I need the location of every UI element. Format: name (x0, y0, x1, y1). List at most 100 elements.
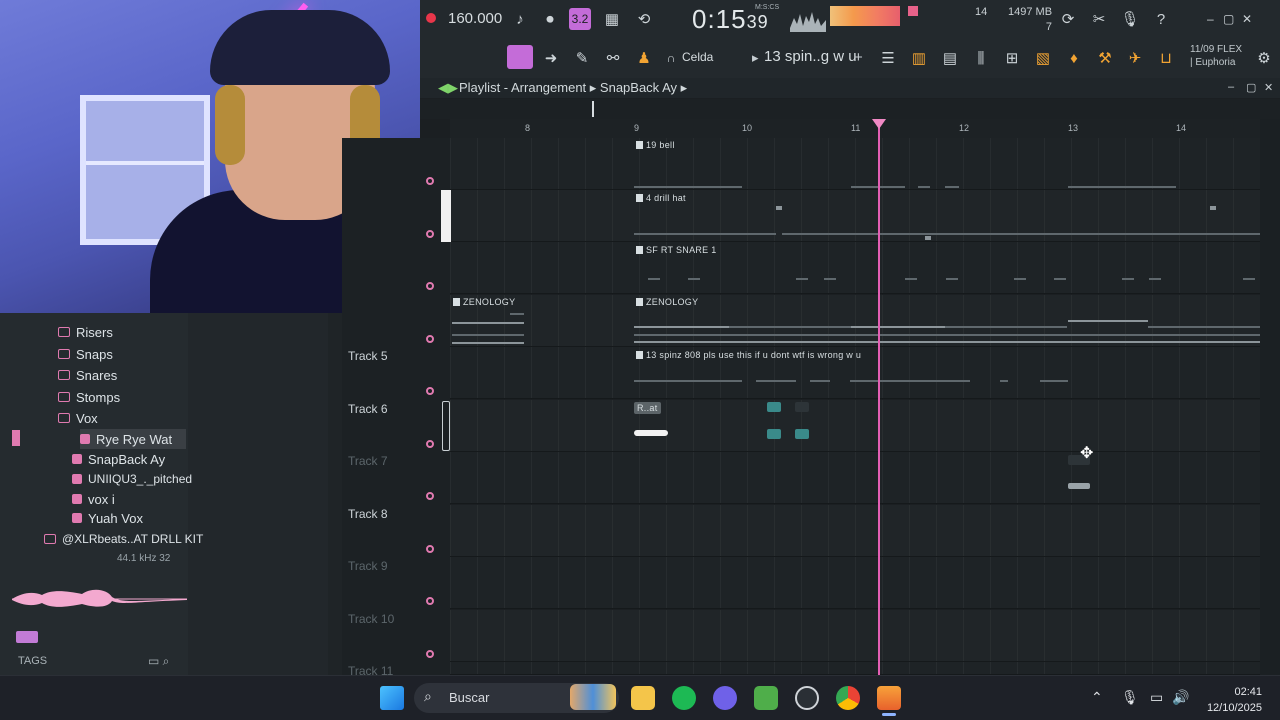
browser-item-vox[interactable]: Vox (58, 408, 98, 428)
audio-clip-waveform[interactable] (634, 430, 668, 436)
track-mute-dot[interactable] (426, 545, 434, 553)
tempo-display[interactable]: 160.000 (448, 10, 502, 27)
track-name-10[interactable]: Track 10 (348, 612, 394, 626)
minimize-icon[interactable]: – (1207, 12, 1214, 26)
add-pattern-icon[interactable]: + (854, 49, 863, 66)
preview-play-button[interactable] (16, 631, 38, 643)
track-row-10[interactable] (450, 610, 1260, 662)
plugin-picker-icon[interactable]: ✈ (1124, 47, 1146, 69)
record-button[interactable] (426, 13, 436, 23)
clip-label[interactable]: SF RT SNARE 1 (636, 245, 717, 255)
pattern-prev-icon[interactable]: ▸ (752, 50, 759, 66)
track-row-9[interactable] (450, 557, 1260, 609)
playlist-maximize-icon[interactable]: ▢ (1246, 81, 1256, 94)
track-mute-dot[interactable] (426, 282, 434, 290)
routing-icon[interactable]: ⊞ (1001, 47, 1023, 69)
track-name-9[interactable]: Track 9 (348, 559, 388, 573)
clip-label[interactable]: 19 bell (636, 140, 675, 150)
track-name-6[interactable]: Track 6 (348, 402, 388, 416)
stamp-icon[interactable]: ♟ (633, 47, 655, 69)
clip-label[interactable]: R..at (634, 402, 661, 414)
piano-roll-icon[interactable]: ▥ (908, 47, 930, 69)
browser-item-snapback-ay[interactable]: SnapBack Ay (72, 449, 165, 469)
clip-marker[interactable] (1068, 483, 1090, 489)
refresh-icon[interactable]: ⟳ (1057, 8, 1079, 30)
scissors-icon[interactable]: ✂ (1088, 8, 1110, 30)
snap-button[interactable]: 3.2 (569, 8, 591, 30)
browser-item-snares[interactable]: Snares (58, 365, 117, 385)
clip-marker[interactable] (767, 402, 781, 412)
track-row-7[interactable] (450, 452, 1260, 504)
browser-icon[interactable]: ▧ (1032, 47, 1054, 69)
track-row-1[interactable] (450, 138, 1260, 190)
pattern-selector[interactable]: 13 spin..g w u (764, 48, 857, 65)
track-row-3[interactable] (450, 242, 1260, 294)
microphone-icon[interactable]: 🎙 (1119, 8, 1141, 30)
magnet-icon[interactable]: ∩ (660, 47, 682, 69)
clip-marker[interactable] (795, 429, 809, 439)
plugin-icon[interactable]: ♦ (1063, 47, 1085, 69)
playlist-close-icon[interactable]: ✕ (1264, 81, 1273, 94)
start-icon[interactable] (380, 686, 404, 710)
track-mute-dot[interactable] (426, 492, 434, 500)
blend-notes-icon[interactable]: ▦ (601, 8, 623, 30)
vertical-scroll[interactable] (1260, 119, 1280, 675)
chevron-up-icon[interactable]: ⌃ (1091, 689, 1103, 706)
playlist-icon[interactable]: ☰ (877, 47, 899, 69)
pencil-icon[interactable]: ✎ (571, 47, 593, 69)
browser-item-drill-kit[interactable]: @XLRbeats..AT DRLL KIT (44, 529, 203, 549)
sample-waveform[interactable] (12, 585, 187, 613)
cart-icon[interactable]: ⊔ (1155, 47, 1177, 69)
browser-item-rye-rye-wat[interactable]: Rye Rye Wat (80, 429, 186, 449)
wait-input-icon[interactable]: ⏺ (539, 8, 561, 30)
track-name-8[interactable]: Track 8 (348, 507, 388, 521)
fl-studio-icon[interactable] (877, 686, 901, 710)
horizontal-scroll-thumb[interactable] (533, 102, 633, 116)
track-mute-dot[interactable] (426, 650, 434, 658)
track-row-8[interactable] (450, 505, 1260, 557)
clip-marker[interactable] (795, 402, 809, 412)
track-mute-dot[interactable] (426, 230, 434, 238)
mixer-icon[interactable]: ⫼ (970, 47, 992, 69)
maximize-icon[interactable]: ▢ (1223, 12, 1234, 26)
loop-record-icon[interactable]: ⟲ (633, 8, 655, 30)
spotify-icon[interactable] (672, 686, 696, 710)
chrome-icon[interactable] (836, 686, 860, 710)
browser-item-uniiqu3[interactable]: UNIIQU3_._pitched (72, 469, 192, 489)
track-mute-dot[interactable] (426, 597, 434, 605)
microphone-tray-icon[interactable]: 🎙 (1121, 689, 1139, 706)
track-row-11[interactable] (450, 662, 1260, 675)
playhead[interactable] (878, 119, 880, 675)
track-mute-dot[interactable] (426, 177, 434, 185)
playhead-marker[interactable] (872, 119, 886, 129)
snap-mode-select[interactable]: Celda (682, 50, 713, 64)
track-name-5[interactable]: Track 5 (348, 349, 388, 363)
clip-marker[interactable] (767, 429, 781, 439)
browser-item-stomps[interactable]: Stomps (58, 387, 120, 407)
browser-item-vox-i[interactable]: vox i (72, 489, 115, 509)
clip-label[interactable]: ZENOLOGY (636, 297, 698, 307)
settings-icon[interactable]: ⚙ (1253, 47, 1275, 69)
track-mute-dot[interactable] (426, 335, 434, 343)
playlist-toggle-button[interactable] (507, 45, 533, 69)
channel-rack-icon[interactable]: ▤ (939, 47, 961, 69)
clip-label[interactable]: 4 drill hat (636, 193, 686, 203)
track-mute-dot[interactable] (426, 387, 434, 395)
metronome-icon[interactable]: ♪ (509, 8, 531, 30)
track-mute-dot[interactable] (426, 440, 434, 448)
help-icon[interactable]: ? (1150, 8, 1172, 30)
browser-item-risers[interactable]: Risers (58, 322, 113, 342)
browser-item-yuah-vox[interactable]: Yuah Vox (72, 508, 143, 528)
chat-app-icon[interactable] (713, 686, 737, 710)
tag-search-icon[interactable]: ▭ ⌕ (148, 654, 169, 669)
android-app-icon[interactable] (754, 686, 778, 710)
browser-item-snaps[interactable]: Snaps (58, 344, 113, 364)
arrow-right-icon[interactable]: ➜ (540, 47, 562, 69)
flex-info[interactable]: 11/09 FLEX | Euphoria (1190, 43, 1242, 69)
network-icon[interactable]: ▭ (1150, 689, 1163, 706)
track-name-7[interactable]: Track 7 (348, 454, 388, 468)
track-row-6[interactable] (450, 400, 1260, 452)
search-input[interactable]: Buscar (449, 690, 489, 705)
obs-icon[interactable] (795, 686, 819, 710)
playlist-minimize-icon[interactable]: – (1228, 81, 1234, 93)
